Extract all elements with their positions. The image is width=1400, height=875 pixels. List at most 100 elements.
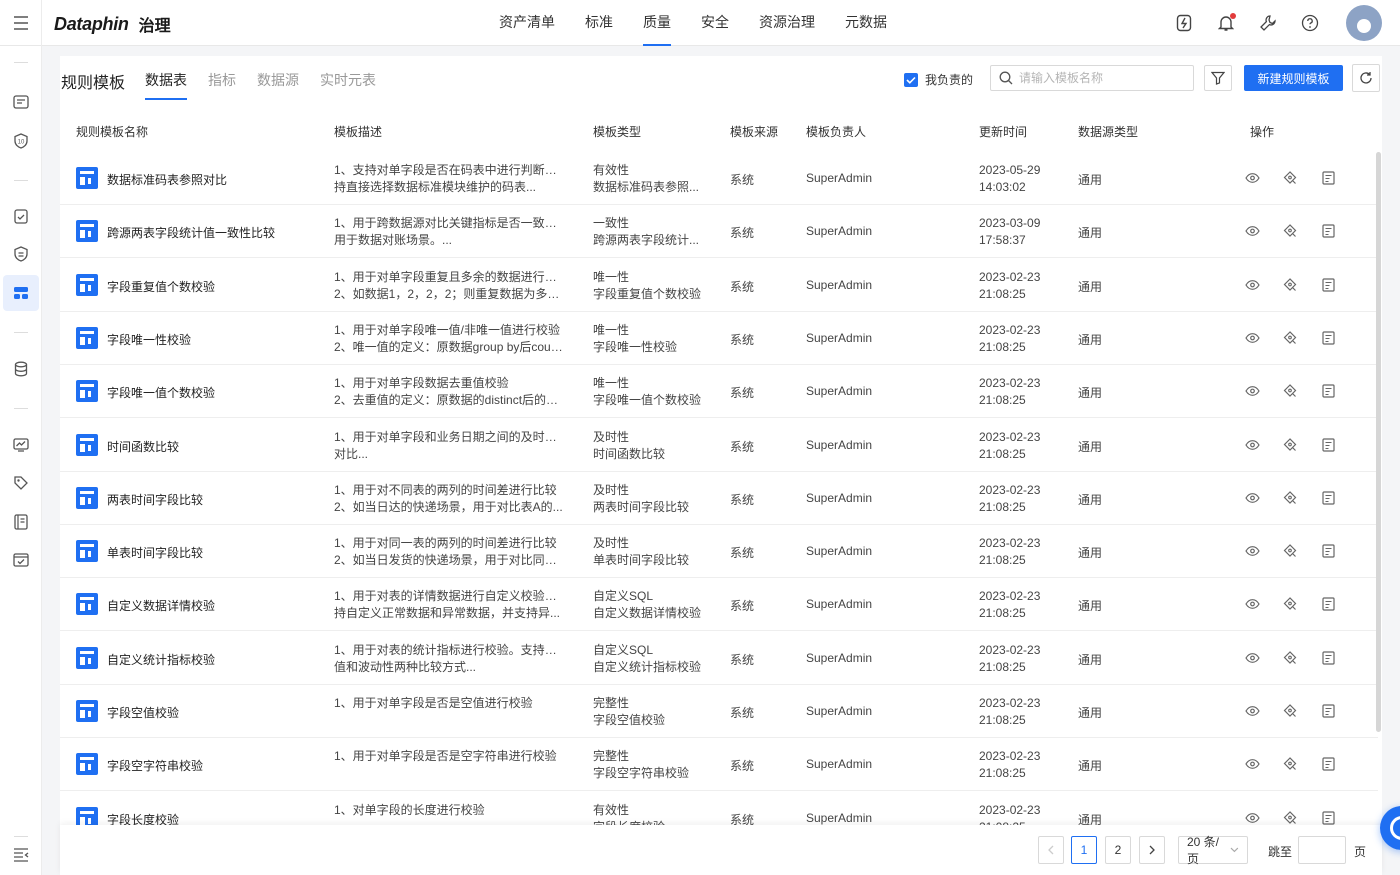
view-icon[interactable]	[1243, 755, 1261, 773]
view-icon[interactable]	[1243, 169, 1261, 187]
page-button-2[interactable]: 2	[1105, 836, 1131, 864]
jump-page-input[interactable]	[1298, 836, 1346, 864]
template-name[interactable]: 字段空字符串校验	[107, 757, 203, 774]
clone-icon[interactable]	[1281, 169, 1299, 187]
clone-icon[interactable]	[1281, 489, 1299, 507]
clone-icon[interactable]	[1281, 649, 1299, 667]
tab-table[interactable]: 数据表	[145, 70, 187, 100]
clone-icon[interactable]	[1281, 595, 1299, 613]
nav-item-quality[interactable]: 质量	[628, 0, 686, 46]
template-name[interactable]: 字段唯一值个数校验	[107, 384, 215, 401]
edit-icon[interactable]	[1319, 755, 1337, 773]
table-row[interactable]: 字段空值校验 1、用于对单字段是否是空值进行校验 完整性 字段空值校验 系统 SuperA…	[60, 685, 1378, 738]
template-name[interactable]: 时间函数比较	[107, 438, 179, 455]
energy-icon[interactable]	[1174, 13, 1194, 33]
edit-icon[interactable]	[1319, 329, 1337, 347]
nav-item-resource-governance[interactable]: 资源治理	[744, 0, 830, 46]
edit-icon[interactable]	[1319, 169, 1337, 187]
edit-icon[interactable]	[1319, 649, 1337, 667]
sidebar-collapse-button[interactable]	[3, 837, 39, 873]
sidebar-item-monitor[interactable]	[3, 427, 39, 463]
view-icon[interactable]	[1243, 702, 1261, 720]
table-row[interactable]: 跨源两表字段统计值一致性比较 1、用于跨数据源对比关键指标是否一致，常 用于数据对账…	[60, 205, 1378, 259]
template-name[interactable]: 字段空值校验	[107, 704, 179, 721]
menu-icon[interactable]	[0, 0, 42, 46]
clone-icon[interactable]	[1281, 276, 1299, 294]
sidebar-item-rule-templates[interactable]	[3, 275, 39, 311]
prev-page-button[interactable]	[1038, 836, 1064, 864]
edit-icon[interactable]	[1319, 489, 1337, 507]
tab-realtime-table[interactable]: 实时元表	[320, 70, 376, 90]
table-row[interactable]: 字段唯一性校验 1、用于对单字段唯一值/非唯一值进行校验 2、唯一值的定义：原数据g…	[60, 312, 1378, 365]
view-icon[interactable]	[1243, 329, 1261, 347]
nav-item-metadata[interactable]: 元数据	[830, 0, 902, 46]
tab-metric[interactable]: 指标	[208, 70, 236, 90]
view-icon[interactable]	[1243, 436, 1261, 454]
checkbox-checked-icon[interactable]	[904, 72, 918, 87]
brand[interactable]: Dataphin 治理	[54, 12, 171, 36]
edit-icon[interactable]	[1319, 222, 1337, 240]
template-name[interactable]: 自定义数据详情校验	[107, 597, 215, 614]
table-row[interactable]: 字段唯一值个数校验 1、用于对单字段数据去重值校验 2、去重值的定义：原数据的dis…	[60, 365, 1378, 419]
clone-icon[interactable]	[1281, 542, 1299, 560]
nav-item-standard[interactable]: 标准	[570, 0, 628, 46]
clone-icon[interactable]	[1281, 702, 1299, 720]
sidebar-item-badge[interactable]: 10	[3, 123, 39, 159]
view-icon[interactable]	[1243, 222, 1261, 240]
table-row[interactable]: 时间函数比较 1、用于对单字段和业务日期之间的及时性的 对比... 及时性 时间函数比较…	[60, 419, 1378, 472]
edit-icon[interactable]	[1319, 595, 1337, 613]
tab-datasource[interactable]: 数据源	[257, 70, 299, 90]
sidebar-item-tasks[interactable]	[3, 198, 39, 234]
clone-icon[interactable]	[1281, 809, 1299, 825]
next-page-button[interactable]	[1139, 836, 1165, 864]
table-row[interactable]: 单表时间字段比较 1、用于对同一表的两列的时间差进行比较 2、如当日发货的快递场景，…	[60, 525, 1378, 579]
clone-icon[interactable]	[1281, 329, 1299, 347]
refresh-button[interactable]	[1352, 64, 1380, 92]
clone-icon[interactable]	[1281, 382, 1299, 400]
template-name[interactable]: 两表时间字段比较	[107, 491, 203, 508]
table-row[interactable]: 两表时间字段比较 1、用于对不同表的两列的时间差进行比较 2、如当日达的快递场景，用…	[60, 472, 1378, 525]
sidebar-item-rules[interactable]	[3, 236, 39, 272]
table-row[interactable]: 自定义数据详情校验 1、用于对表的详情数据进行自定义校验。支 持自定义正常数据和异常…	[60, 578, 1378, 632]
clone-icon[interactable]	[1281, 755, 1299, 773]
floating-assistant-button[interactable]	[1380, 806, 1400, 850]
template-name[interactable]: 自定义统计指标校验	[107, 651, 215, 668]
tools-icon[interactable]	[1258, 13, 1278, 33]
user-avatar[interactable]	[1346, 5, 1382, 41]
table-row[interactable]: 字段重复值个数校验 1、用于对单字段重复且多余的数据进行校验 2、如数据1，2，2，…	[60, 259, 1378, 312]
template-name[interactable]: 字段唯一性校验	[107, 331, 191, 348]
view-icon[interactable]	[1243, 595, 1261, 613]
edit-icon[interactable]	[1319, 436, 1337, 454]
template-name[interactable]: 字段重复值个数校验	[107, 278, 215, 295]
table-row[interactable]: 数据标准码表参照对比 1、支持对单字段是否在码表中进行判断，支 持直接选择数据标准模…	[60, 152, 1378, 205]
clone-icon[interactable]	[1281, 436, 1299, 454]
help-icon[interactable]	[1300, 13, 1320, 33]
edit-icon[interactable]	[1319, 542, 1337, 560]
sidebar-item-approvals[interactable]	[3, 542, 39, 578]
template-name[interactable]: 字段长度校验	[107, 811, 179, 825]
filter-button[interactable]	[1204, 65, 1232, 91]
table-row[interactable]: 字段空字符串校验 1、用于对单字段是否是空字符串进行校验 完整性 字段空字符串校验 系统…	[60, 738, 1378, 792]
template-name[interactable]: 单表时间字段比较	[107, 544, 203, 561]
nav-item-security[interactable]: 安全	[686, 0, 744, 46]
edit-icon[interactable]	[1319, 809, 1337, 825]
view-icon[interactable]	[1243, 276, 1261, 294]
table-scrollbar[interactable]	[1376, 152, 1381, 732]
view-icon[interactable]	[1243, 489, 1261, 507]
notification-bell-icon[interactable]	[1216, 13, 1236, 33]
view-icon[interactable]	[1243, 649, 1261, 667]
edit-icon[interactable]	[1319, 702, 1337, 720]
search-input[interactable]	[1019, 71, 1189, 85]
sidebar-item-datasource[interactable]	[3, 351, 39, 387]
view-icon[interactable]	[1243, 382, 1261, 400]
template-name[interactable]: 跨源两表字段统计值一致性比较	[107, 224, 275, 241]
view-icon[interactable]	[1243, 809, 1261, 825]
table-row[interactable]: 字段长度校验 1、对单字段的长度进行校验 有效性字段长度校验 系统 SuperAdmin…	[60, 792, 1378, 825]
sidebar-item-overview[interactable]	[3, 84, 39, 120]
mine-filter-checkbox[interactable]: 我负责的	[904, 71, 973, 88]
table-row[interactable]: 自定义统计指标校验 1、用于对表的统计指标进行校验。支持固定 值和波动性两种比较方式…	[60, 632, 1378, 685]
sidebar-item-reports[interactable]	[3, 504, 39, 540]
page-size-select[interactable]: 20 条/页	[1178, 835, 1248, 866]
clone-icon[interactable]	[1281, 222, 1299, 240]
edit-icon[interactable]	[1319, 382, 1337, 400]
